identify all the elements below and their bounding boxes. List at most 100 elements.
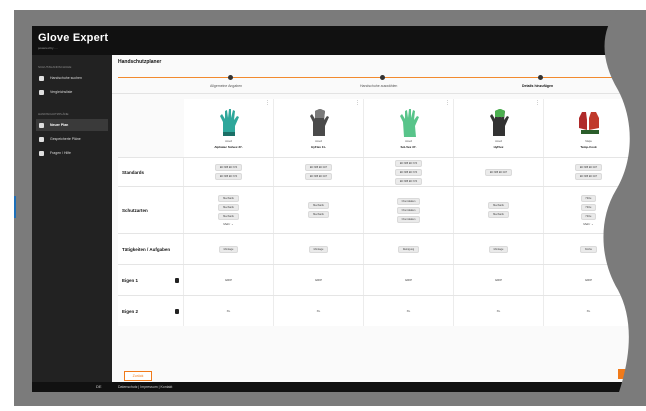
photo-frame: Glove Expert powered by .... Schutzhands… [0, 0, 646, 411]
glove-image-green [399, 108, 419, 137]
pill[interactable]: EN 388 EN 374 [214, 164, 243, 171]
torn-edge-wave [603, 10, 646, 406]
sidebar-item-saved-plans[interactable]: Gespeicherte Pläne [36, 133, 108, 145]
table-cell: GRIP [454, 265, 544, 295]
cell-value[interactable]: GRIP [495, 278, 502, 282]
sidebar-section-plans: Handschutzpläne [38, 112, 69, 116]
pill[interactable]: EN 388 EN 407 [304, 173, 333, 180]
brand-logo[interactable]: Glove Expert [38, 32, 108, 44]
pill[interactable]: Chemikalien [396, 215, 421, 223]
table-cell: XL [454, 296, 544, 326]
folder-icon [39, 136, 44, 142]
pill[interactable]: Chemikalien [396, 206, 421, 214]
comparison-table: ⋮ Ansell Alphatec Solvex 37- ⋮ Ansell Hy… [118, 99, 630, 326]
compare-icon [39, 89, 44, 95]
glove-brand: Ansell [225, 139, 232, 143]
table-cell: GRIP [364, 265, 454, 295]
pill[interactable]: EN 388 EN 374 [394, 159, 423, 167]
pill[interactable]: EN 388 EN 407 [484, 168, 513, 176]
glove-brand: Ansell [315, 139, 322, 143]
row-label-tasks: Tätigkeiten / Aufgaben [118, 234, 184, 264]
table-cell: EN 388 EN 407 [454, 158, 544, 186]
glove-column-2[interactable]: ⋮ Ansell HyFlex 11- [274, 99, 364, 157]
step-dot-1[interactable] [228, 75, 233, 80]
sidebar: Schutzhandschuhe Handschuhe suchen Vergl… [32, 55, 112, 382]
row-label-text: Eigen 2 [122, 308, 139, 314]
download-icon [39, 75, 44, 81]
sidebar-item-new-plan[interactable]: Neuer Plan [36, 119, 108, 131]
table-cell: XL [274, 296, 364, 326]
divider [112, 93, 630, 94]
language-switch[interactable]: DE [96, 384, 102, 389]
pill[interactable]: EN 388 EN 374 [394, 177, 423, 185]
pill[interactable]: Mechanik [218, 194, 239, 202]
more-icon[interactable]: ⋮ [445, 101, 450, 106]
more-icon[interactable]: ⋮ [535, 101, 540, 106]
back-button[interactable]: Zurück [124, 371, 152, 381]
cell-value[interactable]: XL [407, 309, 411, 313]
document-icon [39, 122, 44, 128]
glove-name: HyFlex 11- [311, 144, 326, 149]
row-label-protection: Schutzarten [118, 187, 184, 233]
pill[interactable]: Mechanik [308, 211, 329, 218]
row-label-eigen-1: Eigen 1 [118, 265, 184, 295]
table-cell: EN 388 EN 374 EN 388 EN 374 [184, 158, 274, 186]
step-label-1: Allgemeine Angaben [210, 84, 243, 88]
glove-column-3[interactable]: ⋮ Ansell Sol-Vex 37- [364, 99, 454, 157]
pill[interactable]: EN 388 EN 374 [214, 173, 243, 180]
glove-image-dark [489, 108, 509, 136]
pill[interactable]: Montage [218, 245, 239, 253]
table-cell: Reinigung [364, 234, 454, 264]
cell-value[interactable]: XL [317, 309, 321, 313]
table-row-tasks: Tätigkeiten / Aufgaben Montage Montage R… [118, 233, 630, 264]
sidebar-section-gloves: Schutzhandschuhe [38, 65, 72, 69]
pill[interactable]: Mechanik [308, 202, 329, 209]
step-dot-2[interactable] [380, 75, 385, 80]
pill[interactable]: Montage [488, 245, 509, 253]
pill[interactable]: Mechanik [218, 212, 239, 220]
footer-links[interactable]: Datenschutz | Impressum | Kontakt [118, 385, 172, 389]
sidebar-item-search[interactable]: Handschuhe suchen [36, 72, 108, 84]
lock-icon[interactable] [175, 277, 179, 283]
sidebar-item-help[interactable]: Fragen / Hilfe [36, 147, 108, 159]
pill[interactable]: EN 388 EN 407 [304, 164, 333, 171]
brand-subtitle: powered by .... [38, 46, 58, 50]
table-cell: Montage [454, 234, 544, 264]
cell-value[interactable]: GRIP [225, 278, 232, 282]
pill[interactable]: Reinigung [397, 245, 420, 253]
table-cell: EN 388 EN 374 EN 388 EN 374 EN 388 EN 374 [364, 158, 454, 186]
glove-brand: Ansell [405, 139, 412, 143]
table-row-protection: Schutzarten Mechanik Mechanik Mechanik Mehr… [118, 186, 630, 233]
glove-name: Alphatec Solvex 37- [214, 144, 243, 149]
sidebar-item-label: Vergleichsliste [50, 90, 73, 94]
step-label-3: Details hinzufügen [522, 84, 554, 88]
step-dot-3[interactable] [538, 75, 543, 80]
more-select[interactable]: Mehr ⌄ [223, 222, 233, 226]
cell-value[interactable]: GRIP [315, 278, 322, 282]
table-corner [118, 99, 184, 157]
table-header-row: ⋮ Ansell Alphatec Solvex 37- ⋮ Ansell Hy… [118, 99, 630, 157]
app-screenshot: Glove Expert powered by .... Schutzhands… [32, 26, 630, 392]
table-cell: Mechanik Mechanik Mechanik Mehr ⌄ [184, 187, 274, 233]
glove-column-4[interactable]: ⋮ Ansell HyFlex [454, 99, 544, 157]
pill[interactable]: Mechanik [218, 203, 239, 211]
pill[interactable]: Montage [308, 245, 329, 253]
pill[interactable]: EN 388 EN 374 [394, 168, 423, 176]
sidebar-item-compare[interactable]: Vergleichsliste [36, 86, 108, 98]
glove-column-1[interactable]: ⋮ Ansell Alphatec Solvex 37- [184, 99, 274, 157]
progress-stepper: Allgemeine Angaben Handschuhe auswählen … [118, 69, 628, 91]
more-icon[interactable]: ⋮ [355, 101, 360, 106]
step-label-2: Handschuhe auswählen [360, 84, 398, 88]
pill[interactable]: Mechanik [488, 202, 509, 209]
pill[interactable]: Chemikalien [396, 197, 421, 205]
table-cell: GRIP [274, 265, 364, 295]
cell-value[interactable]: XL [227, 309, 231, 313]
glove-name: Sol-Vex 37- [400, 144, 417, 149]
more-icon[interactable]: ⋮ [265, 101, 270, 106]
cell-value[interactable]: GRIP [405, 278, 412, 282]
lock-icon[interactable] [175, 308, 179, 314]
row-label-eigen-2: Eigen 2 [118, 296, 184, 326]
cell-value[interactable]: XL [497, 309, 501, 313]
pill[interactable]: Mechanik [488, 211, 509, 218]
table-cell: EN 388 EN 407 EN 388 EN 407 [274, 158, 364, 186]
